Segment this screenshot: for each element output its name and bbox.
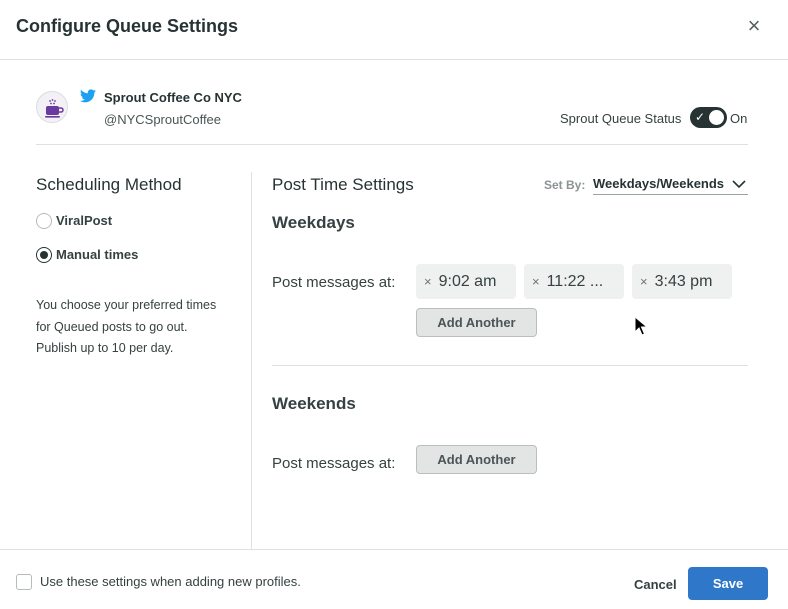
- remove-icon[interactable]: ×: [424, 264, 432, 299]
- queue-status-state: On: [730, 111, 748, 126]
- time-value: 11:22 ...: [546, 273, 604, 290]
- remove-icon[interactable]: ×: [640, 264, 648, 299]
- modal-header: Configure Queue Settings ×: [0, 0, 788, 60]
- post-time-settings-title: Post Time Settings: [272, 175, 414, 194]
- profile-handle: @NYCSproutCoffee: [104, 112, 222, 127]
- radio-viralpost-label[interactable]: ViralPost: [56, 213, 112, 228]
- checkmark-icon: ✓: [695, 110, 706, 124]
- scheduling-description: You choose your preferred times for Queu…: [36, 298, 217, 355]
- close-icon[interactable]: ×: [744, 15, 764, 37]
- profile-avatar: [36, 91, 68, 123]
- divider: [36, 144, 748, 145]
- column-divider: [251, 172, 252, 550]
- chevron-down-icon: [732, 180, 746, 189]
- weekends-add-another-button[interactable]: Add Another: [416, 445, 537, 474]
- radio-manual-times-label[interactable]: Manual times: [56, 247, 138, 262]
- time-chip[interactable]: × 11:22 ...: [524, 264, 624, 299]
- set-by-value: Weekdays/Weekends: [593, 176, 725, 191]
- toggle-knob: [709, 110, 724, 125]
- cancel-button[interactable]: Cancel: [634, 577, 677, 592]
- radio-manual-times[interactable]: [36, 247, 52, 263]
- set-by-label: Set By:: [544, 178, 586, 192]
- queue-status-toggle[interactable]: ✓: [690, 107, 727, 128]
- weekdays-title: Weekdays: [272, 213, 355, 232]
- set-by-dropdown[interactable]: Weekdays/Weekends: [593, 176, 748, 195]
- weekends-post-at-label: Post messages at:: [272, 455, 396, 472]
- time-value: 3:43 pm: [654, 273, 713, 290]
- queue-status-label: Sprout Queue Status: [560, 111, 682, 126]
- radio-viralpost[interactable]: [36, 213, 52, 229]
- time-chip[interactable]: × 9:02 am: [416, 264, 516, 299]
- coffee-cup-icon: [37, 92, 67, 122]
- mouse-pointer-icon: [634, 316, 648, 336]
- save-button[interactable]: Save: [688, 567, 768, 600]
- use-settings-checkbox[interactable]: [16, 574, 32, 590]
- weekends-title: Weekends: [272, 394, 356, 413]
- weekdays-post-at-label: Post messages at:: [272, 274, 396, 291]
- modal-title: Configure Queue Settings: [16, 16, 239, 36]
- scheduling-method-title: Scheduling Method: [36, 175, 182, 194]
- weekdays-add-another-button[interactable]: Add Another: [416, 308, 537, 337]
- time-chip[interactable]: × 3:43 pm: [632, 264, 732, 299]
- time-value: 9:02 am: [438, 273, 497, 290]
- profile-name: Sprout Coffee Co NYC: [104, 90, 242, 105]
- use-settings-checkbox-label[interactable]: Use these settings when adding new profi…: [40, 574, 301, 589]
- divider: [272, 365, 748, 366]
- remove-icon[interactable]: ×: [532, 264, 540, 299]
- twitter-bird-icon: [80, 89, 96, 103]
